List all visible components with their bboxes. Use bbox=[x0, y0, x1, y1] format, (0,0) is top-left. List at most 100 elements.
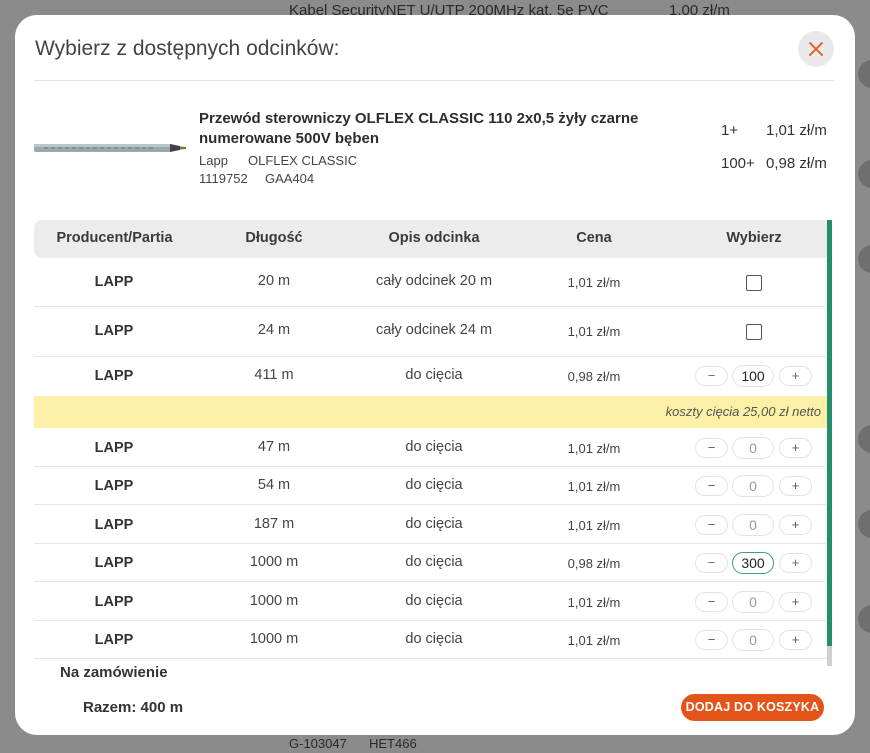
row-price: 1,01 zł/m bbox=[567, 518, 621, 533]
row-producer: LAPP bbox=[94, 368, 134, 384]
close-button[interactable] bbox=[798, 31, 834, 67]
price-tier-price: 0,98 zł/m bbox=[766, 155, 827, 172]
row-price: 1,01 zł/m bbox=[567, 479, 621, 494]
decrement-button[interactable]: − bbox=[695, 515, 728, 535]
product-symbol: GAA404 bbox=[265, 171, 315, 186]
table-row: LAPP 411 m do cięcia 0,98 zł/m − 100 + bbox=[34, 357, 827, 396]
quantity-input[interactable]: 0 bbox=[732, 591, 774, 613]
row-description: do cięcia bbox=[405, 477, 463, 493]
cut-cost-note: koszty cięcia 25,00 zł netto bbox=[34, 396, 827, 428]
row-length: 187 m bbox=[253, 516, 295, 532]
modal-title: Wybierz z dostępnych odcinków: bbox=[35, 37, 340, 60]
table-row: LAPP 20 m cały odcinek 20 m 1,01 zł/m bbox=[34, 258, 827, 307]
close-icon bbox=[809, 42, 823, 56]
header-producer: Producent/Partia bbox=[56, 230, 173, 246]
row-description: do cięcia bbox=[405, 631, 463, 647]
increment-button[interactable]: + bbox=[779, 476, 812, 496]
row-price: 1,01 zł/m bbox=[567, 633, 621, 648]
quantity-stepper[interactable]: − 0 + bbox=[695, 475, 813, 497]
add-to-cart-button[interactable]: DODAJ DO KOSZYKA bbox=[681, 694, 824, 721]
quantity-input[interactable]: 0 bbox=[732, 437, 774, 459]
total-length: Razem: 400 m bbox=[83, 699, 184, 716]
quantity-stepper[interactable]: − 0 + bbox=[695, 629, 813, 651]
decrement-button[interactable]: − bbox=[695, 553, 728, 573]
quantity-input[interactable]: 0 bbox=[732, 514, 774, 536]
quantity-stepper[interactable]: − 0 + bbox=[695, 591, 813, 613]
increment-button[interactable]: + bbox=[779, 438, 812, 458]
quantity-stepper[interactable]: − 0 + bbox=[695, 437, 813, 459]
row-length: 411 m bbox=[254, 367, 294, 383]
header-price: Cena bbox=[576, 230, 612, 246]
row-description: do cięcia bbox=[405, 516, 463, 532]
background-circle-button bbox=[858, 245, 870, 273]
decrement-button[interactable]: − bbox=[695, 366, 728, 386]
background-circle-button bbox=[858, 605, 870, 633]
footer-separator bbox=[34, 685, 834, 693]
select-checkbox[interactable] bbox=[746, 275, 762, 291]
quantity-stepper[interactable]: − 0 + bbox=[695, 514, 813, 536]
increment-button[interactable]: + bbox=[779, 366, 812, 386]
segments-table[interactable]: Producent/Partia Długość Opis odcinka Ce… bbox=[34, 220, 834, 686]
row-length: 1000 m bbox=[249, 593, 299, 609]
table-header: Producent/Partia Długość Opis odcinka Ce… bbox=[34, 220, 827, 258]
table-row: LAPP 1000 m do cięcia 1,01 zł/m − 0 + bbox=[34, 621, 827, 659]
product-code: 1119752 bbox=[199, 171, 248, 186]
product-series: OLFLEX CLASSIC bbox=[248, 153, 358, 168]
table-row: LAPP 187 m do cięcia 1,01 zł/m − 0 + bbox=[34, 505, 827, 544]
row-length: 20 m bbox=[257, 273, 291, 289]
quantity-stepper[interactable]: − 300 + bbox=[695, 552, 813, 574]
decrement-button[interactable]: − bbox=[695, 592, 728, 612]
product-meta: Lapp OLFLEX CLASSIC 1119752 GAA404 bbox=[199, 152, 357, 188]
row-description: cały odcinek 20 m bbox=[375, 273, 493, 289]
select-checkbox[interactable] bbox=[746, 324, 762, 340]
scrollbar-track[interactable] bbox=[827, 646, 832, 666]
decrement-button[interactable]: − bbox=[695, 438, 728, 458]
row-length: 24 m bbox=[257, 322, 291, 338]
row-description: do cięcia bbox=[405, 554, 463, 570]
background-code: G-103047 bbox=[289, 736, 347, 751]
row-length: 1000 m bbox=[249, 631, 299, 647]
quantity-input[interactable]: 0 bbox=[732, 475, 774, 497]
table-row: LAPP 54 m do cięcia 1,01 zł/m − 0 + bbox=[34, 467, 827, 505]
row-length: 47 m bbox=[257, 439, 291, 455]
row-producer: LAPP bbox=[94, 594, 134, 610]
row-producer: LAPP bbox=[94, 632, 134, 648]
row-price: 1,01 zł/m bbox=[567, 324, 621, 339]
segment-picker-modal: Wybierz z dostępnych odcinków: Przewód s… bbox=[15, 15, 855, 735]
background-circle-button bbox=[858, 60, 870, 88]
row-length: 54 m bbox=[257, 477, 291, 493]
scrollbar-thumb[interactable] bbox=[827, 220, 832, 646]
table-row: LAPP 1000 m do cięcia 1,01 zł/m − 0 + bbox=[34, 582, 827, 621]
cut-cost-text: koszty cięcia 25,00 zł netto bbox=[665, 404, 821, 419]
quantity-stepper[interactable]: − 100 + bbox=[695, 365, 813, 387]
increment-button[interactable]: + bbox=[779, 630, 812, 650]
row-producer: LAPP bbox=[94, 517, 134, 533]
table-row: LAPP 47 m do cięcia 1,01 zł/m − 0 + bbox=[34, 428, 827, 467]
background-circle-button bbox=[858, 160, 870, 188]
row-price: 0,98 zł/m bbox=[567, 369, 621, 384]
row-description: do cięcia bbox=[405, 439, 463, 455]
header-description: Opis odcinka bbox=[388, 230, 480, 246]
background-symbol: HET466 bbox=[369, 736, 417, 751]
row-price: 0,98 zł/m bbox=[567, 556, 621, 571]
row-producer: LAPP bbox=[94, 478, 134, 494]
quantity-input[interactable]: 300 bbox=[732, 552, 774, 574]
row-price: 1,01 zł/m bbox=[567, 275, 621, 290]
decrement-button[interactable]: − bbox=[695, 476, 728, 496]
increment-button[interactable]: + bbox=[779, 553, 812, 573]
increment-button[interactable]: + bbox=[779, 592, 812, 612]
background-circle-button bbox=[858, 425, 870, 453]
quantity-input[interactable]: 100 bbox=[732, 365, 774, 387]
header-select: Wybierz bbox=[726, 230, 782, 246]
background-footer: G-103047 HET466 bbox=[0, 735, 870, 753]
row-producer: LAPP bbox=[94, 440, 134, 456]
price-tier-qty: 100+ bbox=[721, 155, 755, 172]
row-producer: LAPP bbox=[94, 555, 134, 571]
quantity-input[interactable]: 0 bbox=[732, 629, 774, 651]
background-circle-button bbox=[858, 510, 870, 538]
decrement-button[interactable]: − bbox=[695, 630, 728, 650]
product-manufacturer: Lapp bbox=[199, 153, 228, 168]
row-length: 1000 m bbox=[249, 554, 299, 570]
increment-button[interactable]: + bbox=[779, 515, 812, 535]
table-row: LAPP 1000 m do cięcia 0,98 zł/m − 300 + bbox=[34, 544, 827, 582]
